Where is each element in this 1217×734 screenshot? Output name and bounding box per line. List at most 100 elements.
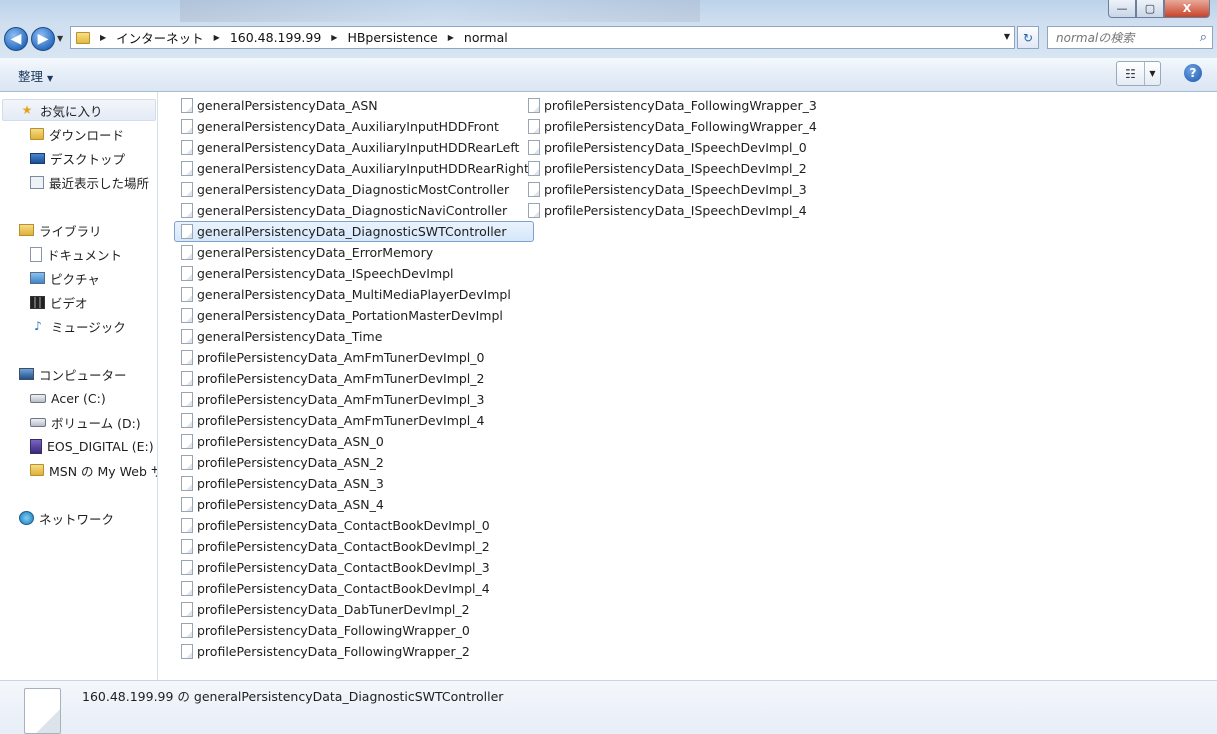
minimize-button[interactable]: — (1108, 0, 1136, 18)
sidebar-item-libraries[interactable]: ライブラリ (19, 219, 102, 241)
file-name: profilePersistencyData_ContactBookDevImp… (197, 518, 490, 533)
file-name: profilePersistencyData_ASN_3 (197, 476, 384, 491)
sidebar-item-pictures[interactable]: ピクチャ (30, 267, 100, 289)
file-item[interactable]: generalPersistencyData_PortationMasterDe… (174, 305, 534, 326)
file-item[interactable]: profilePersistencyData_ISpeechDevImpl_4 (521, 200, 822, 221)
sidebar-item-videos[interactable]: ビデオ (30, 291, 88, 313)
file-item[interactable]: profilePersistencyData_FollowingWrapper_… (174, 641, 534, 662)
file-item[interactable]: profilePersistencyData_ContactBookDevImp… (174, 578, 534, 599)
file-icon (181, 119, 193, 134)
help-icon[interactable]: ? (1184, 64, 1202, 82)
file-item[interactable]: profilePersistencyData_ISpeechDevImpl_0 (521, 137, 822, 158)
file-item[interactable]: profilePersistencyData_AmFmTunerDevImpl_… (174, 410, 534, 431)
file-item[interactable]: profilePersistencyData_FollowingWrapper_… (521, 95, 822, 116)
file-item[interactable]: profilePersistencyData_FollowingWrapper_… (521, 116, 822, 137)
chevron-right-icon[interactable]: ▶ (214, 33, 220, 42)
back-arrow-icon[interactable]: ◀ (4, 27, 28, 51)
file-name: profilePersistencyData_AmFmTunerDevImpl_… (197, 413, 485, 428)
maximize-button[interactable]: ▢ (1136, 0, 1164, 18)
file-icon (181, 518, 193, 533)
sidebar-item-desktop[interactable]: デスクトップ (30, 147, 125, 169)
file-name: profilePersistencyData_DabTunerDevImpl_2 (197, 602, 470, 617)
recent-pages-dropdown-icon[interactable]: ▼ (57, 34, 63, 43)
file-item[interactable]: profilePersistencyData_ISpeechDevImpl_2 (521, 158, 822, 179)
file-icon (181, 371, 193, 386)
sidebar-item-label: ビデオ (50, 295, 88, 311)
details-text: 160.48.199.99 の generalPersistencyData_D… (82, 689, 504, 704)
search-input[interactable] (1056, 30, 1194, 45)
organize-button[interactable]: 整理 ▼ (18, 66, 53, 85)
sidebar-item-documents[interactable]: ドキュメント (30, 243, 122, 265)
breadcrumb-normal[interactable]: normal (464, 30, 508, 45)
file-item[interactable]: profilePersistencyData_FollowingWrapper_… (174, 620, 534, 641)
file-item[interactable]: generalPersistencyData_ASN (174, 95, 534, 116)
file-item[interactable]: profilePersistencyData_AmFmTunerDevImpl_… (174, 368, 534, 389)
sidebar-item-label: コンピューター (39, 367, 127, 383)
file-item[interactable]: generalPersistencyData_AuxiliaryInputHDD… (174, 116, 534, 137)
file-item[interactable]: generalPersistencyData_DiagnosticNaviCon… (174, 200, 534, 221)
sidebar-item-favorites[interactable]: ★ お気に入り (2, 99, 156, 121)
file-item[interactable]: profilePersistencyData_ContactBookDevImp… (174, 536, 534, 557)
chevron-right-icon[interactable]: ▶ (100, 33, 106, 42)
sidebar-item-network[interactable]: ネットワーク (19, 507, 114, 529)
sidebar-item-downloads[interactable]: ダウンロード (30, 123, 124, 145)
address-dropdown-icon[interactable]: ▼ (1004, 32, 1010, 41)
file-icon (181, 287, 193, 302)
file-item[interactable]: profilePersistencyData_ContactBookDevImp… (174, 557, 534, 578)
desktop-icon (30, 152, 45, 164)
refresh-icon[interactable]: ↻ (1017, 26, 1039, 49)
file-item[interactable]: generalPersistencyData_ErrorMemory (174, 242, 534, 263)
file-item[interactable]: profilePersistencyData_ContactBookDevImp… (174, 515, 534, 536)
sidebar-item-drive-c[interactable]: Acer (C:) (30, 387, 106, 409)
chevron-down-icon[interactable]: ▼ (1145, 62, 1160, 85)
file-item[interactable]: profilePersistencyData_DabTunerDevImpl_2 (174, 599, 534, 620)
sidebar-item-drive-d[interactable]: ボリューム (D:) (30, 411, 141, 433)
file-icon (528, 182, 540, 197)
file-item[interactable]: generalPersistencyData_Time (174, 326, 534, 347)
recent-places-icon (30, 175, 44, 189)
file-item[interactable]: profilePersistencyData_AmFmTunerDevImpl_… (174, 347, 534, 368)
breadcrumb-hbpersistence[interactable]: HBpersistence (347, 30, 437, 45)
file-icon (181, 539, 193, 554)
breadcrumb: ▶ インターネット ▶ 160.48.199.99 ▶ HBpersistenc… (90, 28, 508, 47)
sidebar-item-label: ライブラリ (39, 223, 102, 239)
sidebar-item-label: ドキュメント (47, 247, 123, 263)
file-icon (181, 350, 193, 365)
file-item[interactable]: profilePersistencyData_ASN_3 (174, 473, 534, 494)
close-button[interactable]: X (1164, 0, 1210, 18)
file-icon (181, 329, 193, 344)
sidebar-item-msn-web[interactable]: MSN の My Web サ (30, 459, 157, 481)
file-name: profilePersistencyData_ContactBookDevImp… (197, 560, 490, 575)
file-name: profilePersistencyData_ISpeechDevImpl_0 (544, 140, 807, 155)
list-view-icon[interactable]: ☷ (1117, 62, 1145, 85)
sidebar-item-drive-e[interactable]: EOS_DIGITAL (E:) (30, 435, 154, 457)
breadcrumb-host[interactable]: 160.48.199.99 (230, 30, 321, 45)
file-name: profilePersistencyData_FollowingWrapper_… (197, 644, 470, 659)
chevron-right-icon[interactable]: ▶ (331, 33, 337, 42)
breadcrumb-internet[interactable]: インターネット (116, 28, 204, 47)
file-item[interactable]: profilePersistencyData_ISpeechDevImpl_3 (521, 179, 822, 200)
file-item[interactable]: generalPersistencyData_AuxiliaryInputHDD… (174, 158, 534, 179)
file-item[interactable]: generalPersistencyData_ISpeechDevImpl (174, 263, 534, 284)
sidebar-item-computer[interactable]: コンピューター (19, 363, 127, 385)
address-bar[interactable]: ▶ インターネット ▶ 160.48.199.99 ▶ HBpersistenc… (70, 26, 1015, 49)
file-item[interactable]: generalPersistencyData_DiagnosticMostCon… (174, 179, 534, 200)
file-name: profilePersistencyData_FollowingWrapper_… (197, 623, 470, 638)
file-item[interactable]: generalPersistencyData_DiagnosticSWTCont… (174, 221, 534, 242)
file-item[interactable]: profilePersistencyData_ASN_4 (174, 494, 534, 515)
file-icon (181, 392, 193, 407)
forward-arrow-icon[interactable]: ▶ (31, 27, 55, 51)
file-item[interactable]: profilePersistencyData_AmFmTunerDevImpl_… (174, 389, 534, 410)
file-item[interactable]: profilePersistencyData_ASN_2 (174, 452, 534, 473)
view-options-button[interactable]: ☷ ▼ (1116, 61, 1161, 86)
search-icon[interactable]: ⌕ (1200, 30, 1207, 45)
sidebar-item-label: EOS_DIGITAL (E:) (47, 438, 154, 454)
file-name: generalPersistencyData_Time (197, 329, 383, 344)
file-item[interactable]: generalPersistencyData_AuxiliaryInputHDD… (174, 137, 534, 158)
sidebar-item-recent-places[interactable]: 最近表示した場所 (30, 171, 149, 193)
file-item[interactable]: profilePersistencyData_ASN_0 (174, 431, 534, 452)
search-box: ⌕ (1047, 26, 1213, 49)
file-item[interactable]: generalPersistencyData_MultiMediaPlayerD… (174, 284, 534, 305)
sidebar-item-music[interactable]: ♪ ミュージック (30, 315, 126, 337)
chevron-right-icon[interactable]: ▶ (448, 33, 454, 42)
